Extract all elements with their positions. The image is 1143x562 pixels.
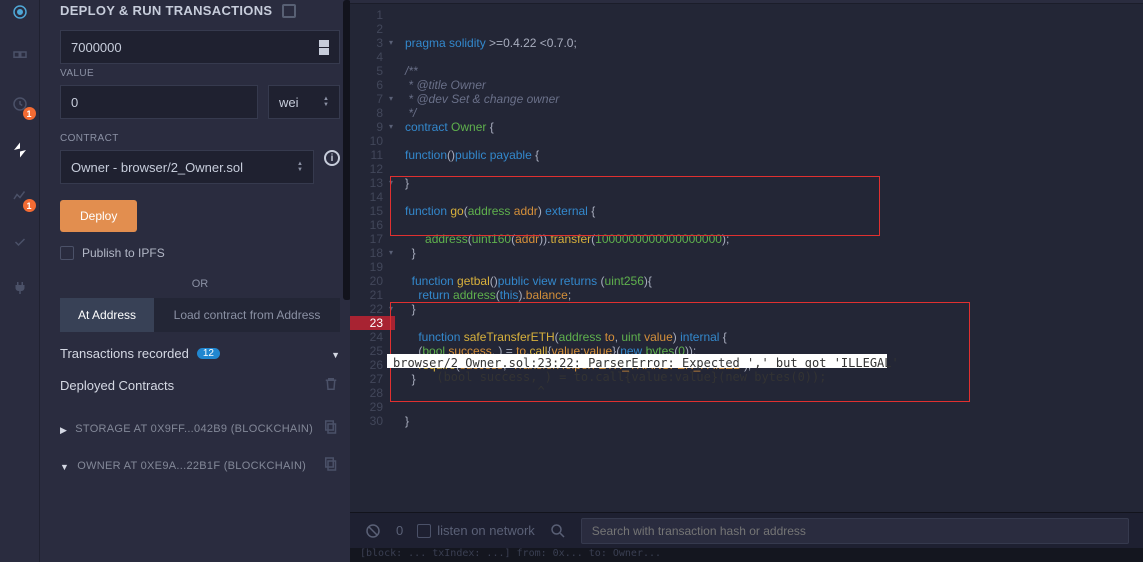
deployed-contract-item[interactable]: STORAGE AT 0X9FF...042B9 (BLOCKCHAIN) bbox=[60, 410, 340, 447]
analysis-icon[interactable]: 1 bbox=[8, 184, 32, 208]
error-tooltip: browser/2_Owner.sol:23:22: ParserError: … bbox=[387, 354, 887, 368]
compiler-badge: 1 bbox=[23, 107, 36, 120]
panel-scrollbar[interactable] bbox=[343, 0, 349, 562]
panel-dock-icon[interactable] bbox=[282, 4, 296, 18]
console-pending-count: 0 bbox=[396, 523, 403, 538]
publish-ipfs-row[interactable]: Publish to IPFS bbox=[60, 246, 340, 260]
analysis-badge: 1 bbox=[23, 199, 36, 212]
console-ban-icon[interactable] bbox=[364, 522, 382, 540]
contract-label: CONTRACT bbox=[60, 133, 340, 144]
publish-ipfs-checkbox[interactable] bbox=[60, 246, 74, 260]
panel-title: DEPLOY & RUN TRANSACTIONS bbox=[60, 0, 340, 30]
listen-network-row[interactable]: listen on network bbox=[417, 523, 535, 538]
contract-address-label: OWNER AT 0XE9A...22B1F (BLOCKCHAIN) bbox=[77, 460, 306, 472]
console-log-line: [block: ... txIndex: ...] from: 0x... to… bbox=[350, 548, 1143, 562]
clear-contracts-icon[interactable] bbox=[322, 375, 340, 396]
contract-name: Owner - browser/2_Owner.sol bbox=[71, 160, 243, 175]
file-explorer-icon[interactable] bbox=[8, 46, 32, 70]
gas-limit-field[interactable] bbox=[71, 40, 319, 55]
contract-toggle[interactable] bbox=[60, 422, 67, 436]
gas-spinner[interactable] bbox=[319, 40, 329, 55]
value-field[interactable] bbox=[71, 95, 247, 110]
deployed-contract-item[interactable]: OWNER AT 0XE9A...22B1F (BLOCKCHAIN) bbox=[60, 447, 340, 484]
value-unit-select[interactable]: wei▲▼ bbox=[268, 85, 340, 119]
tx-recorded-toggle[interactable] bbox=[331, 347, 340, 361]
plugin-icon[interactable] bbox=[8, 276, 32, 300]
value-input[interactable] bbox=[60, 85, 258, 119]
publish-ipfs-label: Publish to IPFS bbox=[82, 246, 165, 260]
contract-address-label: STORAGE AT 0X9FF...042B9 (BLOCKCHAIN) bbox=[75, 423, 313, 435]
load-address-input[interactable]: Load contract from Address bbox=[154, 298, 340, 332]
editor-area: 1234567891011121314151617181920212223242… bbox=[350, 0, 1143, 562]
at-address-button[interactable]: At Address bbox=[60, 298, 154, 332]
debugger-icon[interactable] bbox=[8, 230, 32, 254]
contract-select[interactable]: Owner - browser/2_Owner.sol▲▼ bbox=[60, 150, 314, 184]
gas-limit-input[interactable] bbox=[60, 30, 340, 64]
console-search-input[interactable] bbox=[581, 518, 1129, 544]
or-divider: OR bbox=[60, 278, 340, 290]
console-search-icon[interactable] bbox=[549, 522, 567, 540]
tx-recorded-label: Transactions recorded bbox=[60, 346, 189, 361]
contract-toggle[interactable] bbox=[60, 459, 69, 473]
console-bar: 0 listen on network bbox=[350, 512, 1143, 548]
deploy-panel: DEPLOY & RUN TRANSACTIONS VALUE wei▲▼ CO… bbox=[40, 0, 350, 562]
code-editor[interactable]: 1234567891011121314151617181920212223242… bbox=[350, 4, 1143, 512]
copy-icon[interactable] bbox=[322, 418, 340, 439]
deploy-icon[interactable] bbox=[8, 138, 32, 162]
compiler-icon[interactable]: 1 bbox=[8, 92, 32, 116]
value-label: VALUE bbox=[60, 68, 340, 79]
deploy-button[interactable]: Deploy bbox=[60, 200, 137, 232]
listen-network-checkbox[interactable] bbox=[417, 524, 431, 538]
value-unit-label: wei bbox=[279, 95, 299, 110]
logo-icon[interactable] bbox=[8, 0, 32, 24]
code-body[interactable]: pragma solidity >=0.4.22 <0.7.0;/** * @t… bbox=[395, 4, 1143, 512]
gutter[interactable]: 1234567891011121314151617181920212223242… bbox=[350, 4, 395, 512]
contract-info-icon[interactable]: i bbox=[324, 150, 340, 166]
deployed-contracts-label: Deployed Contracts bbox=[60, 378, 174, 393]
copy-icon[interactable] bbox=[322, 455, 340, 476]
listen-network-label: listen on network bbox=[437, 523, 535, 538]
tx-count-badge: 12 bbox=[197, 348, 220, 359]
icon-rail: 1 1 bbox=[0, 0, 40, 562]
